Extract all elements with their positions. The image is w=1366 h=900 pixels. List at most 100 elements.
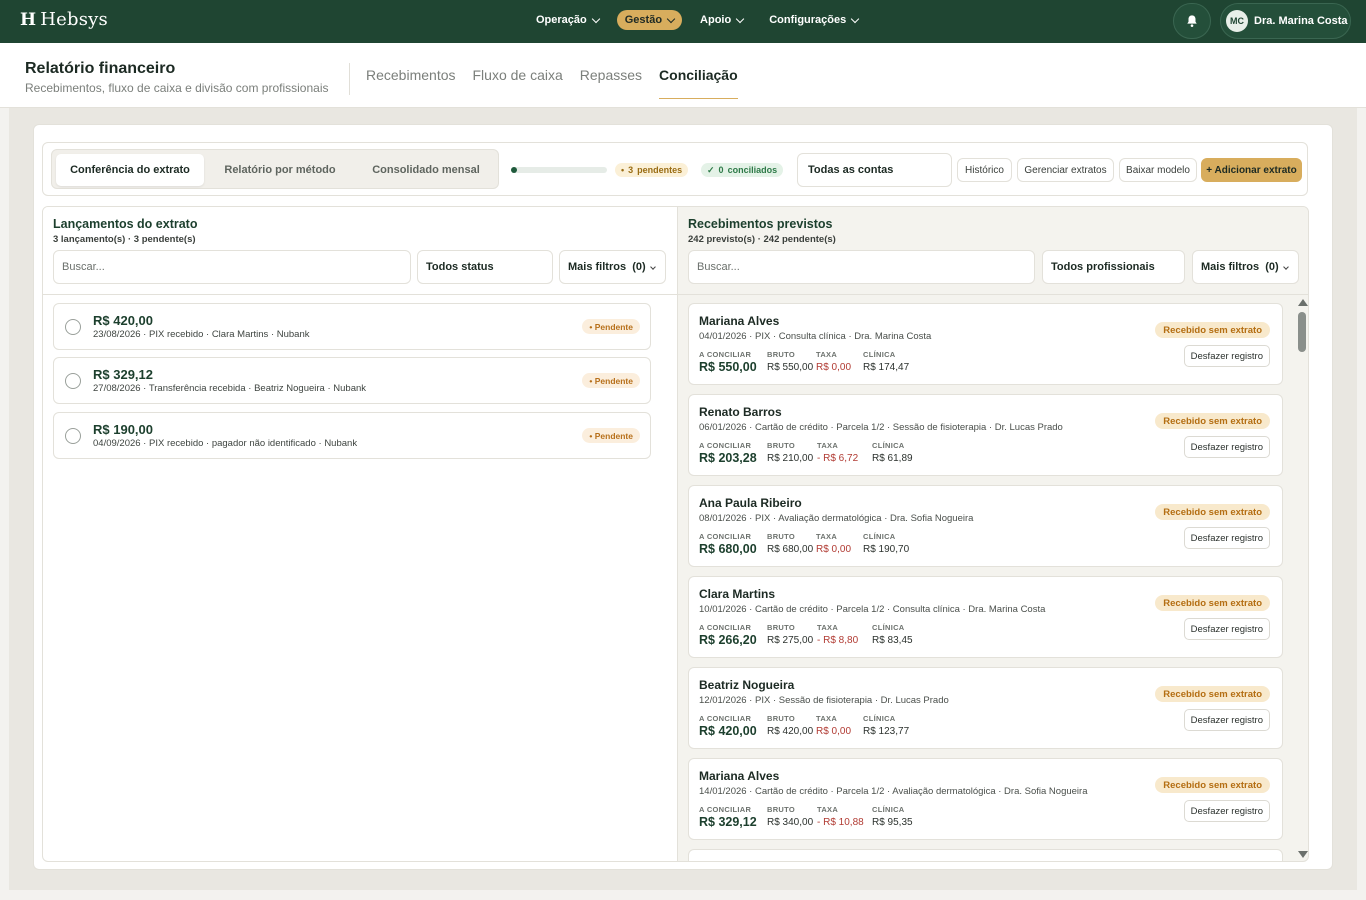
status-select[interactable]: Todos status	[417, 250, 553, 284]
taxa-label: TAXA	[817, 805, 839, 814]
clinica-label: CLÍNICA	[872, 441, 905, 450]
status-badge: Recebido sem extrato	[1155, 504, 1270, 520]
clinica-value: R$ 190,70	[863, 544, 910, 555]
tab-recebimentos[interactable]: Recebimentos	[366, 67, 456, 99]
receipt-card[interactable]: Beatriz Nogueira 12/01/2026 · PIX · Sess…	[688, 667, 1283, 749]
user-name: Dra. Marina Costa	[1254, 15, 1348, 27]
manage-statements-button[interactable]: Gerenciar extratos	[1017, 158, 1114, 182]
pending-label: pendentes	[637, 165, 683, 175]
receipt-meta: 06/01/2026 · Cartão de crédito · Parcela…	[699, 422, 1063, 433]
chevron-down-icon	[735, 14, 745, 23]
select-radio[interactable]	[65, 428, 81, 444]
receipt-meta: 04/01/2026 · PIX · Consulta clínica · Dr…	[699, 331, 932, 342]
clinica-label: CLÍNICA	[872, 805, 905, 814]
conciled-count-badge: ✓ 0 conciliados	[701, 163, 784, 177]
conciliar-column: A CONCILIAR R$ 329,12	[699, 805, 757, 829]
entry-meta: 27/08/2026 · Transferência recebida · Be…	[93, 383, 367, 394]
status-text: Pendente	[594, 375, 633, 386]
bruto-value: R$ 550,00	[767, 362, 814, 373]
filters-count: (0)	[632, 261, 646, 273]
entry-meta: 04/09/2026 · PIX recebido · pagador não …	[93, 438, 358, 449]
conciliar-column: A CONCILIAR R$ 680,00	[699, 532, 757, 556]
tab-conciliacao[interactable]: Conciliação	[659, 67, 738, 99]
taxa-value: - R$ 10,88	[817, 817, 864, 828]
user-menu[interactable]: MC Dra. Marina Costa	[1220, 3, 1351, 39]
bruto-column: BRUTO R$ 420,00	[767, 714, 813, 737]
conciliar-label: A CONCILIAR	[699, 441, 752, 450]
scrollbar[interactable]	[1295, 296, 1308, 861]
undo-button[interactable]: Desfazer registro	[1183, 436, 1270, 458]
taxa-value: R$ 0,00	[816, 544, 852, 555]
more-filters-button[interactable]: Mais filtros (0)	[559, 250, 666, 284]
tab-repasses[interactable]: Repasses	[580, 67, 642, 99]
segment-conferencia[interactable]: Conferência do extrato	[56, 154, 204, 186]
add-statement-button[interactable]: + Adicionar extrato	[1201, 158, 1302, 182]
receipt-card[interactable]: Renato Barros A CONCILIAR BRUTO TAXA CLÍ…	[688, 849, 1283, 861]
clinica-value: R$ 123,77	[863, 726, 910, 737]
more-filters-button[interactable]: Mais filtros (0)	[1192, 250, 1299, 284]
undo-button[interactable]: Desfazer registro	[1183, 800, 1270, 822]
taxa-label: TAXA	[816, 714, 838, 723]
history-button[interactable]: Histórico	[957, 158, 1012, 182]
taxa-label: TAXA	[816, 532, 838, 541]
undo-button[interactable]: Desfazer registro	[1183, 527, 1270, 549]
receipt-card[interactable]: Renato Barros 06/01/2026 · Cartão de cré…	[688, 394, 1283, 476]
undo-button[interactable]: Desfazer registro	[1183, 709, 1270, 731]
logo-mark-icon: H	[20, 9, 37, 30]
taxa-value: R$ 0,00	[816, 726, 852, 737]
clinica-column: CLÍNICA R$ 61,89	[872, 441, 913, 464]
segment-consolidado[interactable]: Consolidado mensal	[356, 154, 496, 186]
menu-label: Gestão	[624, 14, 663, 26]
clinica-column: CLÍNICA R$ 123,77	[863, 714, 909, 737]
brand-logo[interactable]: H Hebsys	[20, 9, 108, 30]
bruto-value: R$ 210,00	[767, 453, 814, 464]
conciled-count: 0	[718, 165, 724, 175]
receipt-card[interactable]: Clara Martins 10/01/2026 · Cartão de cré…	[688, 576, 1283, 658]
panel-header: Recebimentos previstos 242 previsto(s) ·…	[678, 207, 1308, 295]
scroll-down-icon[interactable]	[1298, 851, 1308, 858]
menu-label: Configurações	[769, 14, 847, 26]
search-input[interactable]: Buscar...	[53, 250, 411, 284]
status-badge: Recebido sem extrato	[1155, 686, 1270, 702]
segment-relatorio-metodo[interactable]: Relatório por método	[208, 154, 352, 186]
chevron-down-icon	[850, 14, 860, 23]
pending-count: 3	[628, 165, 634, 175]
receipt-card[interactable]: Mariana Alves 04/01/2026 · PIX · Consult…	[688, 303, 1283, 385]
menu-configuracoes[interactable]: Configurações	[761, 10, 866, 30]
conciliar-value: R$ 203,28	[699, 451, 757, 465]
notifications-button[interactable]	[1173, 3, 1211, 39]
conciliar-label: A CONCILIAR	[699, 623, 752, 632]
menu-label: Apoio	[700, 14, 732, 26]
page-subtitle: Recebimentos, fluxo de caixa e divisão c…	[25, 81, 329, 95]
receipt-card[interactable]: Mariana Alves 14/01/2026 · Cartão de cré…	[688, 758, 1283, 840]
receipt-meta: 12/01/2026 · PIX · Sessão de fisioterapi…	[699, 695, 949, 706]
statement-entry[interactable]: R$ 420,00 23/08/2026 · PIX recebido · Cl…	[53, 303, 651, 350]
search-input[interactable]: Buscar...	[688, 250, 1035, 284]
conciliar-column: A CONCILIAR R$ 420,00	[699, 714, 757, 738]
download-template-button[interactable]: Baixar modelo	[1119, 158, 1197, 182]
select-radio[interactable]	[65, 373, 81, 389]
clinica-value: R$ 61,89	[872, 453, 913, 464]
undo-button[interactable]: Desfazer registro	[1183, 345, 1270, 367]
bruto-value: R$ 680,00	[767, 544, 814, 555]
statement-entry[interactable]: R$ 329,12 27/08/2026 · Transferência rec…	[53, 357, 651, 404]
statement-entry[interactable]: R$ 190,00 04/09/2026 · PIX recebido · pa…	[53, 412, 651, 459]
conciliar-label: A CONCILIAR	[699, 714, 752, 723]
status-badge: Recebido sem extrato	[1155, 595, 1270, 611]
scroll-up-icon[interactable]	[1298, 299, 1308, 306]
statement-entries-panel: Lançamentos do extrato 3 lançamento(s) ·…	[42, 206, 678, 862]
undo-button[interactable]: Desfazer registro	[1183, 618, 1270, 640]
account-select[interactable]: Todas as contas	[797, 153, 952, 187]
chevron-down-icon	[1283, 264, 1289, 270]
bruto-column: BRUTO R$ 550,00	[767, 350, 813, 373]
select-radio[interactable]	[65, 319, 81, 335]
chevron-down-icon	[591, 14, 600, 23]
professional-select[interactable]: Todos profissionais	[1042, 250, 1185, 284]
receipt-card[interactable]: Ana Paula Ribeiro 08/01/2026 · PIX · Ava…	[688, 485, 1283, 567]
menu-apoio[interactable]: Apoio	[692, 10, 751, 30]
menu-operacao[interactable]: Operação	[528, 10, 607, 30]
menu-gestao[interactable]: Gestão	[616, 10, 683, 30]
clinica-column: CLÍNICA R$ 83,45	[872, 623, 913, 646]
tab-fluxo-de-caixa[interactable]: Fluxo de caixa	[473, 67, 563, 99]
scroll-thumb[interactable]	[1298, 312, 1306, 352]
